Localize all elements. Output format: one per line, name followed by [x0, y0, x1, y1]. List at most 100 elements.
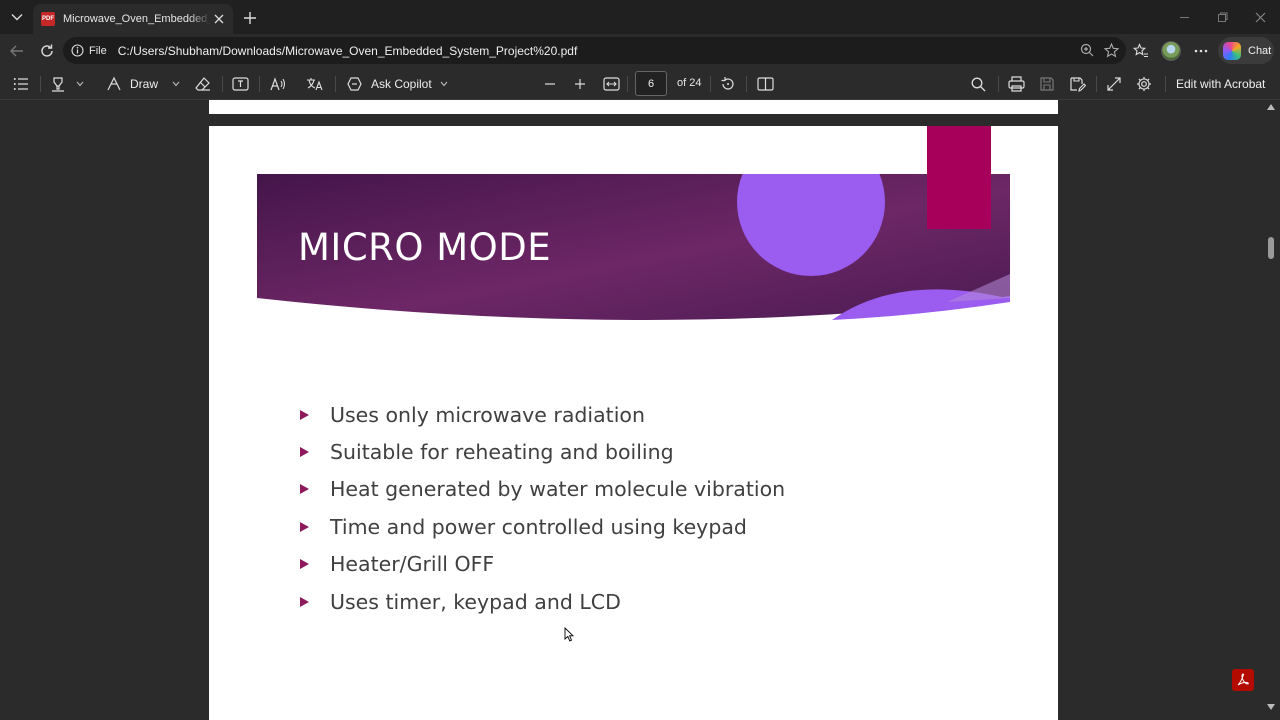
ask-copilot-label: Ask Copilot: [371, 77, 432, 91]
page-number-input[interactable]: 6: [635, 71, 667, 96]
pdf-page: MICRO MODE Uses only microwave radiation…: [209, 126, 1058, 720]
edit-with-acrobat-button[interactable]: Edit with Acrobat: [1176, 77, 1265, 91]
bullet-triangle-icon: [300, 484, 309, 495]
chevron-down-icon[interactable]: [440, 81, 448, 87]
pdf-file-icon: PDF: [41, 12, 55, 26]
page-total-label: of 24: [677, 77, 702, 89]
info-icon[interactable]: [71, 44, 84, 57]
list-item: Time and power controlled using keypad: [297, 508, 785, 545]
search-icon: [971, 77, 986, 91]
tab-title: Microwave_Oven_Embedded_System_Project%2…: [63, 13, 211, 25]
restore-button[interactable]: [1209, 6, 1235, 28]
ask-copilot-button[interactable]: Ask Copilot: [346, 74, 448, 94]
avatar: [1161, 41, 1181, 61]
bullet-text: Heat generated by water molecule vibrati…: [330, 477, 786, 502]
gear-icon: [1137, 77, 1151, 91]
list-item: Suitable for reheating and boiling: [297, 433, 785, 470]
translate-button[interactable]: [306, 74, 324, 94]
chat-label: Chat: [1248, 44, 1272, 57]
close-icon: [214, 14, 224, 24]
bullet-triangle-icon: [300, 409, 309, 420]
draw-button[interactable]: Draw: [106, 74, 180, 94]
list-item: Heater/Grill OFF: [297, 546, 785, 583]
star-icon: [1103, 42, 1119, 58]
pdf-viewer[interactable]: MICRO MODE Uses only microwave radiation…: [0, 100, 1280, 720]
copilot-outline-icon: [347, 77, 362, 91]
browser-tab-active[interactable]: PDF Microwave_Oven_Embedded_System_Proje…: [33, 4, 233, 34]
chevron-down-icon[interactable]: [172, 81, 180, 87]
bullet-triangle-icon: [300, 447, 309, 458]
more-icon: [1194, 49, 1208, 53]
search-button[interactable]: [971, 74, 986, 94]
expand-icon: [1107, 77, 1121, 91]
text-box-icon: [232, 77, 249, 91]
mouse-cursor-icon: [564, 627, 574, 642]
copilot-icon: [1223, 41, 1241, 60]
favorites-star-list-icon: [1133, 43, 1148, 58]
highlight-button[interactable]: [50, 74, 84, 94]
restore-icon: [1217, 12, 1227, 22]
save-icon: [1040, 77, 1054, 91]
list-icon: [13, 78, 28, 90]
scrollbar-thumb[interactable]: [1268, 237, 1274, 259]
bullet-list: Uses only microwave radiation Suitable f…: [297, 396, 785, 620]
minimize-button[interactable]: [1171, 6, 1197, 28]
refresh-button[interactable]: [36, 40, 58, 62]
tab-strip: PDF Microwave_Oven_Embedded_System_Proje…: [0, 0, 1280, 34]
address-bar-row: File C:/Users/Shubham/Downloads/Microwav…: [0, 34, 1280, 67]
bullet-text: Time and power controlled using keypad: [330, 514, 747, 539]
contents-button[interactable]: [13, 74, 29, 94]
browser-window: PDF Microwave_Oven_Embedded_System_Proje…: [0, 0, 1280, 720]
rotate-icon: [721, 77, 734, 90]
bullet-text: Suitable for reheating and boiling: [330, 440, 674, 465]
zoom-out-button[interactable]: [544, 74, 556, 94]
new-tab-button[interactable]: [240, 8, 260, 28]
bullet-triangle-icon: [300, 521, 309, 532]
page-view-button[interactable]: [757, 74, 774, 94]
chevron-down-icon[interactable]: [76, 81, 84, 87]
tab-close-button[interactable]: [211, 11, 227, 27]
scroll-up-arrow-icon[interactable]: [1267, 104, 1275, 110]
slide-title-banner: MICRO MODE: [257, 174, 1010, 326]
zoom-button[interactable]: [1078, 41, 1096, 59]
plus-icon: [575, 79, 585, 89]
save-as-button[interactable]: [1069, 74, 1086, 94]
print-button[interactable]: [1008, 74, 1025, 94]
erase-button[interactable]: [195, 74, 211, 94]
arrow-left-icon: [10, 45, 23, 57]
address-bar-actions: [1078, 41, 1120, 59]
read-aloud-icon: [270, 77, 286, 91]
slide-title: MICRO MODE: [298, 226, 552, 269]
read-aloud-button[interactable]: [270, 74, 287, 94]
pdf-settings-button[interactable]: [1136, 74, 1152, 94]
scroll-down-arrow-icon[interactable]: [1267, 704, 1275, 710]
zoom-in-button[interactable]: [574, 74, 586, 94]
close-window-button[interactable]: [1247, 6, 1273, 28]
favorite-button[interactable]: [1102, 41, 1120, 59]
bullet-text: Uses timer, keypad and LCD: [330, 589, 621, 614]
bullet-text: Heater/Grill OFF: [330, 552, 495, 577]
full-screen-button[interactable]: [1106, 74, 1122, 94]
profile-button[interactable]: [1160, 39, 1182, 63]
close-icon: [1255, 12, 1265, 22]
highlighter-icon: [52, 77, 64, 92]
acrobat-logo-icon: [1237, 673, 1249, 686]
settings-more-button[interactable]: [1191, 39, 1211, 63]
rotate-button[interactable]: [720, 74, 736, 94]
save-button[interactable]: [1039, 74, 1055, 94]
pen-icon: [107, 76, 121, 91]
address-bar[interactable]: File C:/Users/Shubham/Downloads/Microwav…: [63, 37, 1126, 64]
add-text-button[interactable]: [232, 74, 249, 94]
acrobat-button[interactable]: [1232, 669, 1254, 691]
pdf-toolbar: Draw Ask Copilot 6 of 24 Edit with Acrob…: [0, 67, 1280, 100]
favorites-button[interactable]: [1131, 39, 1151, 63]
list-item: Uses timer, keypad and LCD: [297, 583, 785, 620]
vertical-scrollbar[interactable]: [1266, 100, 1276, 720]
minimize-icon: [1179, 16, 1189, 18]
tab-actions-menu-button[interactable]: [6, 7, 28, 27]
url-text[interactable]: C:/Users/Shubham/Downloads/Microwave_Ove…: [118, 44, 578, 58]
back-button[interactable]: [6, 40, 28, 62]
site-info-label[interactable]: File: [89, 45, 107, 57]
fit-to-width-button[interactable]: [603, 74, 620, 94]
copilot-chat-button[interactable]: Chat: [1218, 37, 1274, 64]
